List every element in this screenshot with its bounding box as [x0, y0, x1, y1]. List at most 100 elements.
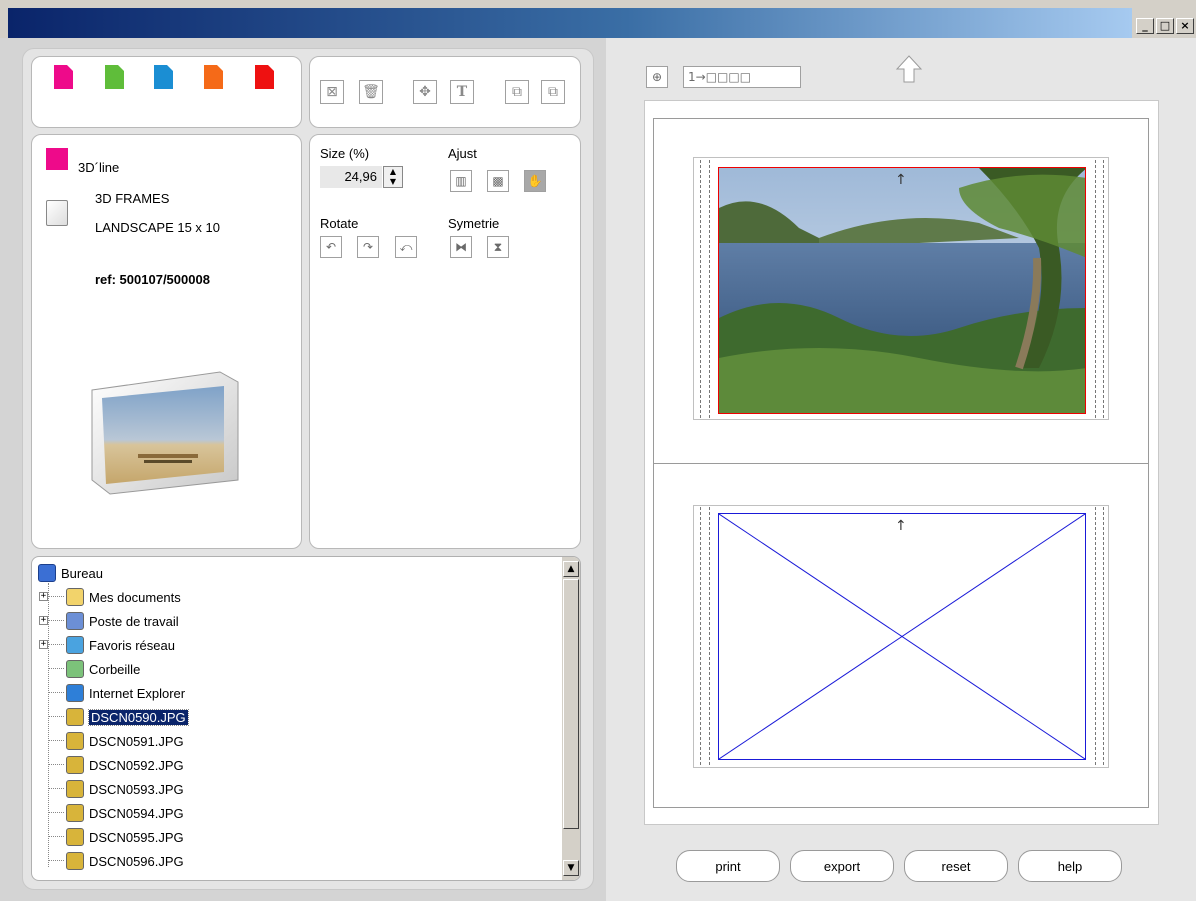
placeholder-orientation-arrow: ↑ — [895, 518, 907, 534]
scroll-thumb[interactable] — [563, 579, 579, 829]
tree-item-label: DSCN0592.JPG — [89, 757, 184, 773]
hand-icon[interactable]: ✋ — [524, 170, 546, 192]
symetrie-label: Symetrie — [448, 216, 500, 231]
tree-connector — [48, 860, 64, 861]
frame-preview-thumbnail — [88, 368, 244, 496]
computer-icon — [66, 612, 84, 630]
file-tree: Bureau + Mes documents + Poste de travail + F… — [31, 556, 581, 881]
maximize-button[interactable]: □ — [1156, 18, 1174, 34]
frame-guide-left-2 — [709, 160, 710, 418]
tree-item-label: Poste de travail — [89, 613, 179, 629]
tree-connector — [48, 644, 64, 645]
zoom-icon[interactable]: ⊕ — [646, 66, 668, 88]
tree-vertical-connector — [48, 583, 49, 867]
tree-item[interactable]: DSCN0595.JPG — [48, 825, 184, 849]
tree-connector — [48, 716, 64, 717]
tree-connector — [48, 620, 64, 621]
tree-item-label: DSCN0595.JPG — [89, 829, 184, 845]
scroll-down-button[interactable]: ▼ — [563, 860, 579, 876]
tree-item[interactable]: DSCN0593.JPG — [48, 777, 184, 801]
close-button[interactable]: × — [1176, 18, 1194, 34]
rotate-right-icon[interactable]: ↷ — [357, 236, 379, 258]
clear-frame-icon[interactable]: ⊠ — [320, 80, 344, 104]
tree-connector — [48, 836, 64, 837]
tree-item[interactable]: + Favoris réseau — [39, 633, 175, 657]
tree-scrollbar[interactable]: ▲ ▼ — [562, 557, 580, 880]
page-divider — [653, 463, 1149, 464]
desktop-icon — [38, 564, 56, 582]
fit-width-icon[interactable]: ▥ — [450, 170, 472, 192]
tree-connector — [48, 692, 64, 693]
minimize-button[interactable]: _ — [1136, 18, 1154, 34]
frame-name-line1: 3D FRAMES — [95, 191, 170, 206]
ie-icon — [66, 684, 84, 702]
tree-item-label: DSCN0596.JPG — [89, 853, 184, 869]
tree-item-label: DSCN0590.JPG — [88, 708, 189, 726]
jpg-file-icon — [66, 708, 84, 726]
size-label: Size (%) — [320, 146, 370, 161]
title-bar-gradient — [8, 8, 1132, 38]
reset-button[interactable]: reset — [904, 850, 1008, 882]
color-swatch-orange[interactable] — [204, 65, 223, 89]
tree-item-label: Corbeille — [89, 661, 141, 677]
flip-vertical-icon[interactable]: ⧗ — [487, 236, 509, 258]
tree-item[interactable]: + Poste de travail — [39, 609, 179, 633]
frame-guide-right-4 — [1103, 507, 1104, 765]
tree-item[interactable]: Internet Explorer — [48, 681, 185, 705]
tree-item-label: DSCN0594.JPG — [89, 805, 184, 821]
print-button[interactable]: print — [676, 850, 780, 882]
tree-expand-icon[interactable]: + — [39, 640, 48, 649]
tree-item[interactable]: DSCN0596.JPG — [48, 849, 184, 873]
tree-item[interactable]: + Mes documents — [39, 585, 181, 609]
size-input[interactable]: 24,96 — [320, 166, 382, 188]
page-up-arrow-icon[interactable] — [894, 54, 924, 84]
color-swatch-green[interactable] — [105, 65, 124, 89]
tree-item[interactable]: DSCN0594.JPG — [48, 801, 184, 825]
line-name: 3D´line — [78, 160, 120, 175]
scroll-up-button[interactable]: ▲ — [563, 561, 579, 577]
empty-photo-placeholder[interactable]: ↑ — [718, 513, 1086, 760]
placed-photo[interactable]: ↑ — [718, 167, 1086, 414]
fill-icon[interactable]: ▩ — [487, 170, 509, 192]
size-spinner[interactable]: ▲ ▼ — [383, 166, 403, 188]
rotate-left-icon[interactable]: ↶ — [320, 236, 342, 258]
tree-item-label: DSCN0591.JPG — [89, 733, 184, 749]
line-color-tab-icon — [46, 148, 68, 170]
tree-item-label: Mes documents — [89, 589, 181, 605]
product-ref: ref: 500107/500008 — [95, 272, 210, 287]
trash-icon[interactable]: 🗑 — [359, 80, 383, 104]
tree-root-label: Bureau — [61, 565, 103, 581]
color-swatch-red[interactable] — [255, 65, 274, 89]
export-button[interactable]: export — [790, 850, 894, 882]
frame-guide-right-1 — [1095, 160, 1096, 418]
help-button[interactable]: help — [1018, 850, 1122, 882]
jpg-file-icon — [66, 852, 84, 870]
tree-item[interactable]: DSCN0591.JPG — [48, 729, 184, 753]
move-icon[interactable]: ✥ — [413, 80, 437, 104]
tree-item[interactable]: DSCN0592.JPG — [48, 753, 184, 777]
frame-guide-left-1 — [700, 160, 701, 418]
jpg-file-icon — [66, 732, 84, 750]
tree-expand-icon[interactable]: + — [39, 592, 48, 601]
network-icon — [66, 636, 84, 654]
page-navigator[interactable]: 1→□□□□ — [683, 66, 801, 88]
text-icon[interactable]: T — [450, 80, 474, 104]
flip-horizontal-icon[interactable]: ⧓ — [450, 236, 472, 258]
photo-orientation-arrow: ↑ — [895, 172, 907, 188]
tree-root[interactable]: Bureau — [38, 561, 103, 585]
rotate-label: Rotate — [320, 216, 359, 231]
jpg-file-icon — [66, 804, 84, 822]
send-backward-icon[interactable]: ⧉ — [541, 80, 565, 104]
tree-item[interactable]: Corbeille — [48, 657, 141, 681]
tree-item[interactable]: DSCN0590.JPG — [48, 705, 189, 729]
title-bar: _ □ × — [0, 0, 1196, 38]
tree-expand-icon[interactable]: + — [39, 616, 48, 625]
color-swatch-pink[interactable] — [54, 65, 73, 89]
tree-connector — [48, 668, 64, 669]
rotate-180-icon[interactable]: ⤺ — [395, 236, 417, 258]
frame-name-line2: LANDSCAPE 15 x 10 — [95, 220, 221, 235]
color-swatch-blue[interactable] — [154, 65, 173, 89]
folder-icon — [66, 588, 84, 606]
tree-connector — [48, 764, 64, 765]
bring-forward-icon[interactable]: ⧉ — [505, 80, 529, 104]
